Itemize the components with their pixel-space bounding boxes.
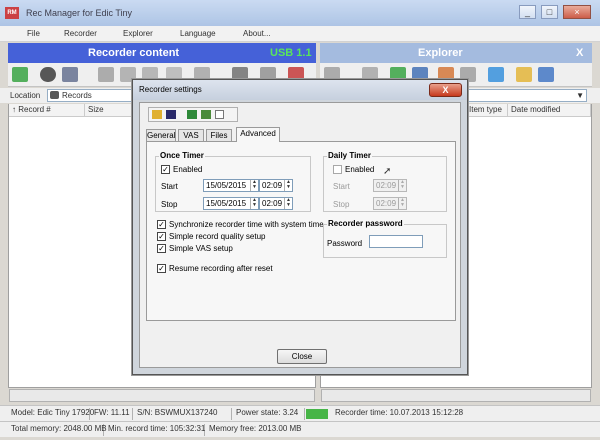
save-icon[interactable]: [166, 110, 176, 119]
once-start-time-field[interactable]: 02:09 ▲ ▼: [259, 179, 293, 192]
daily-timer-title: Daily Timer: [327, 151, 372, 160]
once-start-date-field[interactable]: 15/05/2015 ▲ ▼: [203, 179, 259, 192]
once-start-date-spinner[interactable]: ▲ ▼: [250, 180, 258, 191]
password-label: Password: [327, 239, 363, 248]
once-start-time-value: 02:09: [262, 181, 283, 190]
dialog-toolbar: [148, 107, 238, 122]
daily-stop-time-field[interactable]: 02:09 ▲ ▼: [373, 197, 407, 210]
advanced-tab-panel: Once Timer ✓ Enabled Start 15/05/2015 ▲ ▼ …: [146, 141, 456, 321]
once-timer-enabled-label: Enabled: [173, 165, 203, 174]
once-stop-date-value: 15/05/2015: [206, 199, 247, 208]
sync-time-label: Synchronize recorder time with system ti…: [169, 220, 324, 229]
daily-stop-time-value: 02:09: [376, 199, 397, 208]
once-timer-enabled-checkbox[interactable]: ✓: [161, 165, 170, 174]
resume-recording-checkbox[interactable]: ✓: [157, 264, 166, 273]
close-button[interactable]: Close: [277, 349, 327, 364]
recorder-settings-dialog: Recorder settings X General VAS Files Ad…: [132, 79, 468, 375]
simple-vas-checkbox[interactable]: ✓: [157, 244, 166, 253]
once-stop-time-spinner[interactable]: ▲ ▼: [284, 198, 292, 209]
once-start-label: Start: [161, 182, 178, 191]
tab-advanced[interactable]: Advanced: [236, 127, 280, 142]
once-stop-date-spinner[interactable]: ▲ ▼: [250, 198, 258, 209]
password-field[interactable]: [369, 235, 423, 248]
sync-time-checkbox[interactable]: ✓: [157, 220, 166, 229]
daily-start-time-value: 02:09: [376, 181, 397, 190]
once-start-date-value: 15/05/2015: [206, 181, 247, 190]
simple-vas-label: Simple VAS setup: [169, 244, 233, 253]
resume-recording-label: Resume recording after reset: [169, 264, 273, 273]
daily-timer-enabled-checkbox[interactable]: [333, 165, 342, 174]
dialog-title: Recorder settings: [139, 85, 202, 94]
daily-timer-enabled-label: Enabled: [345, 165, 375, 174]
once-stop-date-field[interactable]: 15/05/2015 ▲ ▼: [203, 197, 259, 210]
dialog-close-button[interactable]: X: [429, 83, 462, 97]
daily-start-label: Start: [333, 182, 350, 191]
once-stop-time-value: 02:09: [262, 199, 283, 208]
dialog-title-bar[interactable]: Recorder settings X: [133, 80, 467, 100]
daily-stop-label: Stop: [333, 200, 350, 209]
simple-quality-label: Simple record quality setup: [169, 232, 266, 241]
once-stop-time-field[interactable]: 02:09 ▲ ▼: [259, 197, 293, 210]
daily-start-time-field[interactable]: 02:09 ▲ ▼: [373, 179, 407, 192]
dialog-body: General VAS Files Advanced Once Timer ✓ …: [139, 102, 461, 368]
new-document-icon[interactable]: [215, 110, 224, 119]
open-icon[interactable]: [152, 110, 162, 119]
mouse-cursor-icon: ➚: [383, 166, 392, 177]
once-timer-title: Once Timer: [159, 151, 205, 160]
daily-stop-time-spinner[interactable]: ▲ ▼: [398, 198, 406, 209]
daily-start-time-spinner[interactable]: ▲ ▼: [398, 180, 406, 191]
simple-quality-checkbox[interactable]: ✓: [157, 232, 166, 241]
once-start-time-spinner[interactable]: ▲ ▼: [284, 180, 292, 191]
load-from-recorder-icon[interactable]: [187, 110, 197, 119]
recorder-password-title: Recorder password: [327, 219, 404, 228]
once-stop-label: Stop: [161, 200, 178, 209]
write-to-recorder-icon[interactable]: [201, 110, 211, 119]
